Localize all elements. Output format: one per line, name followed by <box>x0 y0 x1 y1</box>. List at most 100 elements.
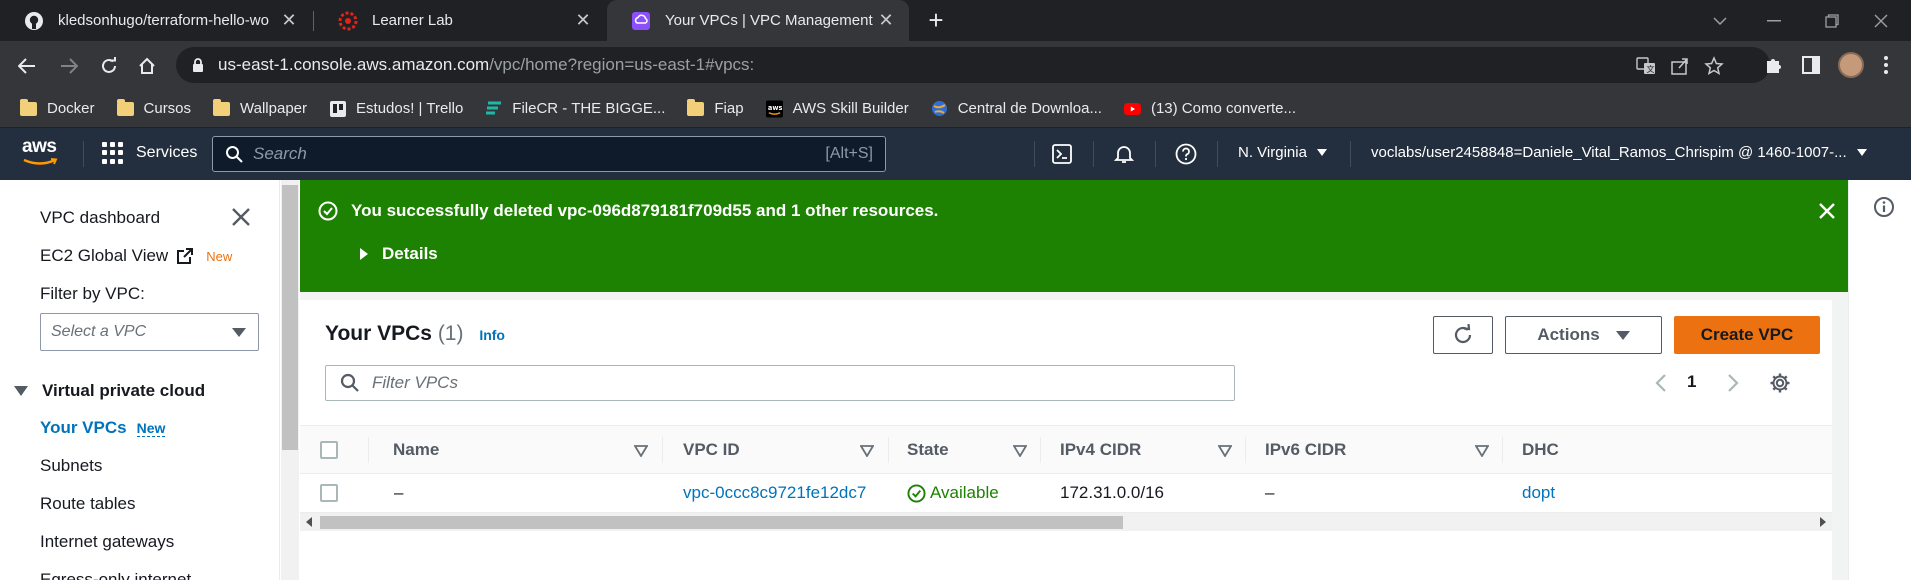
svg-text:文: 文 <box>1647 64 1655 74</box>
extensions-puzzle-icon[interactable] <box>1762 53 1786 77</box>
next-page-icon[interactable] <box>1723 370 1743 396</box>
external-link-icon <box>177 248 194 264</box>
new-tab-button[interactable]: + <box>922 6 950 34</box>
lock-icon[interactable] <box>192 57 204 73</box>
bookmark-filecr[interactable]: FileCR - THE BIGGE... <box>485 100 665 117</box>
aws-logo-text: aws <box>22 136 57 157</box>
account-menu[interactable]: voclabs/user2458848=Daniele_Vital_Ramos_… <box>1371 144 1867 161</box>
bookmark-label: AWS Skill Builder <box>792 100 909 117</box>
notifications-bell-icon[interactable] <box>1112 142 1136 166</box>
sort-icon[interactable] <box>1475 445 1489 457</box>
column-header-vpc-id[interactable]: VPC ID <box>683 440 740 460</box>
column-header-ipv6-cidr[interactable]: IPv6 CIDR <box>1265 440 1346 460</box>
nav-your-vpcs[interactable]: Your VPCs New <box>40 418 166 438</box>
reload-icon[interactable] <box>96 53 122 79</box>
refresh-button[interactable] <box>1433 316 1493 354</box>
table-horizontal-scrollbar[interactable] <box>300 513 1832 531</box>
close-nav-icon[interactable] <box>230 206 252 228</box>
minimize-icon[interactable] <box>1744 0 1804 41</box>
nav-internet-gateways[interactable]: Internet gateways <box>40 532 174 552</box>
panel-title: Your VPCs (1) Info <box>325 322 505 346</box>
column-header-ipv4-cidr[interactable]: IPv4 CIDR <box>1060 440 1141 460</box>
bookmark-label: FileCR - THE BIGGE... <box>512 100 666 117</box>
sort-icon[interactable] <box>860 445 874 457</box>
previous-page-icon[interactable] <box>1651 370 1671 396</box>
share-icon[interactable] <box>1670 56 1690 76</box>
help-icon[interactable] <box>1174 142 1198 166</box>
select-all-checkbox[interactable] <box>320 441 338 459</box>
browser-tab-your-vpcs[interactable]: Your VPCs | VPC Management Co ✕ <box>607 0 909 41</box>
scrollbar-thumb[interactable] <box>282 185 298 450</box>
bookmark-trello[interactable]: Estudos! | Trello <box>329 100 463 117</box>
scrollbar-thumb[interactable] <box>320 516 1123 529</box>
profile-avatar[interactable] <box>1838 52 1864 78</box>
browser-tab-github[interactable]: kledsonhugo/terraform-hello-wo ✕ <box>0 0 312 41</box>
forward-arrow-icon[interactable] <box>56 53 82 79</box>
scroll-right-icon[interactable] <box>1820 517 1826 527</box>
cell-ipv4-cidr: 172.31.0.0/16 <box>1060 483 1164 502</box>
bookmark-aws-skill-builder[interactable]: aws AWS Skill Builder <box>765 100 909 117</box>
details-label: Details <box>382 244 438 263</box>
bookmark-star-icon[interactable] <box>1704 56 1724 76</box>
cell-dhcp-options-link[interactable]: dopt <box>1522 483 1555 503</box>
close-tab-icon[interactable]: ✕ <box>278 10 300 32</box>
close-window-icon[interactable] <box>1851 0 1911 41</box>
column-header-name[interactable]: Name <box>393 440 439 460</box>
aws-search-input[interactable]: Search [Alt+S] <box>212 136 886 172</box>
address-bar[interactable]: us-east-1.console.aws.amazon.com/vpc/hom… <box>176 47 1770 83</box>
page-number[interactable]: 1 <box>1687 372 1696 392</box>
nav-vpc-dashboard[interactable]: VPC dashboard <box>40 208 160 228</box>
info-icon[interactable] <box>1873 196 1895 218</box>
bookmark-youtube[interactable]: (13) Como converte... <box>1123 100 1296 117</box>
home-icon[interactable] <box>134 53 160 79</box>
bookmark-label: Docker <box>47 100 95 117</box>
scroll-left-icon[interactable] <box>306 517 312 527</box>
side-panel-icon[interactable] <box>1799 53 1823 77</box>
settings-gear-icon[interactable] <box>1767 370 1793 396</box>
services-menu-button[interactable]: Services <box>102 142 197 164</box>
column-header-state[interactable]: State <box>907 440 949 460</box>
filter-vpcs-input[interactable]: Filter VPCs <box>325 365 1235 401</box>
chevron-down-icon[interactable] <box>1690 0 1750 41</box>
nav-ec2-global-view-label: EC2 Global View <box>40 246 169 265</box>
region-selector[interactable]: N. Virginia <box>1238 144 1327 161</box>
new-badge[interactable]: New <box>136 420 166 437</box>
back-arrow-icon[interactable] <box>14 53 40 79</box>
flash-details-toggle[interactable]: Details <box>360 244 438 264</box>
close-tab-icon[interactable]: ✕ <box>875 10 897 32</box>
actions-label: Actions <box>1537 325 1600 344</box>
bookmark-cursos[interactable]: Cursos <box>116 98 191 117</box>
dismiss-flash-icon[interactable] <box>1817 201 1837 221</box>
browser-tab-learner-lab[interactable]: Learner Lab ✕ <box>314 0 606 41</box>
tab-title: kledsonhugo/terraform-hello-wo <box>58 12 269 29</box>
translate-icon[interactable]: 文 <box>1636 56 1656 76</box>
nav-ec2-global-view[interactable]: EC2 Global View New <box>40 246 232 266</box>
sidenav-scrollbar[interactable] <box>281 180 299 580</box>
nav-egress-only-internet-gateways[interactable]: Egress-only internet <box>40 570 191 580</box>
bookmark-docker[interactable]: Docker <box>20 98 95 117</box>
nav-subnets[interactable]: Subnets <box>40 456 102 476</box>
region-label: N. Virginia <box>1238 144 1307 161</box>
sort-icon[interactable] <box>634 445 648 457</box>
sort-icon[interactable] <box>1218 445 1232 457</box>
column-header-dhcp[interactable]: DHC <box>1522 440 1559 460</box>
kebab-menu-icon[interactable] <box>1874 53 1898 77</box>
info-link[interactable]: Info <box>479 327 505 343</box>
nav-divider <box>1093 141 1094 167</box>
bookmark-central-de-downloads[interactable]: Central de Downloa... <box>931 100 1102 117</box>
bookmark-fiap[interactable]: Fiap <box>687 98 744 117</box>
aws-logo[interactable]: aws <box>22 136 62 170</box>
section-virtual-private-cloud[interactable]: Virtual private cloud <box>14 381 205 401</box>
row-checkbox[interactable] <box>320 484 338 502</box>
actions-dropdown-button[interactable]: Actions <box>1505 316 1662 354</box>
filter-by-vpc-label: Filter by VPC: <box>40 284 145 303</box>
sort-icon[interactable] <box>1013 445 1027 457</box>
cell-vpc-id-link[interactable]: vpc-0ccc8c9721fe12dc7 <box>683 483 866 503</box>
vpc-filter-select[interactable]: Select a VPC <box>40 313 259 351</box>
close-tab-icon[interactable]: ✕ <box>572 10 594 32</box>
bookmark-wallpaper[interactable]: Wallpaper <box>213 98 307 117</box>
cloudshell-icon[interactable] <box>1050 142 1074 166</box>
table-row[interactable]: – vpc-0ccc8c9721fe12dc7 Available 172.31… <box>300 474 1832 513</box>
create-vpc-button[interactable]: Create VPC <box>1674 316 1820 354</box>
nav-route-tables[interactable]: Route tables <box>40 494 135 514</box>
